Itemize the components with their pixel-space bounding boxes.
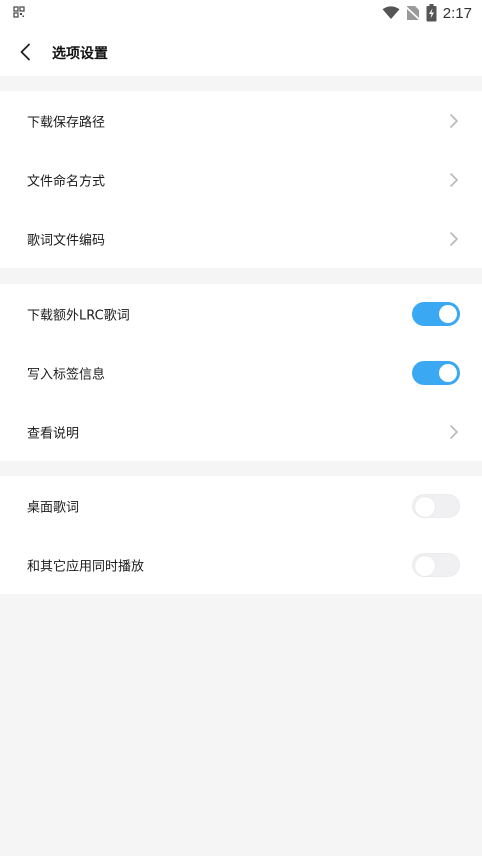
setting-label: 歌词文件编码 [27,233,106,248]
setting-row-write-tags: 写入标签信息 [0,343,482,402]
setting-row-instructions[interactable]: 查看说明 [0,402,482,461]
settings-group-tags: 下载额外LRC歌词 写入标签信息 查看说明 [0,284,482,461]
no-sim-icon [405,6,420,21]
page-title: 选项设置 [52,46,108,62]
write-tags-toggle[interactable] [412,360,460,385]
status-time: 2:17 [442,4,472,22]
settings-group-playback: 桌面歌词 和其它应用同时播放 [0,476,482,594]
toggle-knob [415,555,435,576]
setting-label: 下载额外LRC歌词 [27,308,130,323]
wifi-icon [382,6,400,19]
toggle-knob [439,363,457,382]
back-button[interactable] [12,38,38,66]
setting-row-extra-lrc: 下载额外LRC歌词 [0,284,482,343]
chevron-right-icon [450,172,458,187]
desktop-lyrics-toggle[interactable] [412,493,460,518]
chevron-right-icon [450,113,458,128]
setting-label: 文件命名方式 [27,174,106,189]
extra-lrc-toggle[interactable] [412,301,460,326]
setting-row-desktop-lyrics: 桌面歌词 [0,476,482,535]
setting-row-lyrics-encoding[interactable]: 歌词文件编码 [0,209,482,268]
setting-row-save-path[interactable]: 下载保存路径 [0,91,482,150]
setting-label: 和其它应用同时播放 [27,559,145,574]
mix-playback-toggle[interactable] [412,552,460,577]
toggle-knob [415,496,435,517]
status-bar: 2:17 [0,0,482,26]
chevron-right-icon [450,424,458,439]
setting-row-file-naming[interactable]: 文件命名方式 [0,150,482,209]
qr-grid-icon [13,6,25,18]
chevron-right-icon [450,231,458,246]
setting-label: 下载保存路径 [27,115,106,130]
setting-label: 桌面歌词 [27,500,80,515]
setting-label: 写入标签信息 [27,367,106,382]
setting-row-mix-playback: 和其它应用同时播放 [0,535,482,594]
settings-group-download: 下载保存路径 文件命名方式 歌词文件编码 [0,91,482,268]
setting-label: 查看说明 [27,426,80,441]
battery-charging-icon [426,4,437,22]
toggle-knob [439,304,457,323]
back-chevron-icon [20,43,30,61]
app-header: 选项设置 [0,26,482,76]
